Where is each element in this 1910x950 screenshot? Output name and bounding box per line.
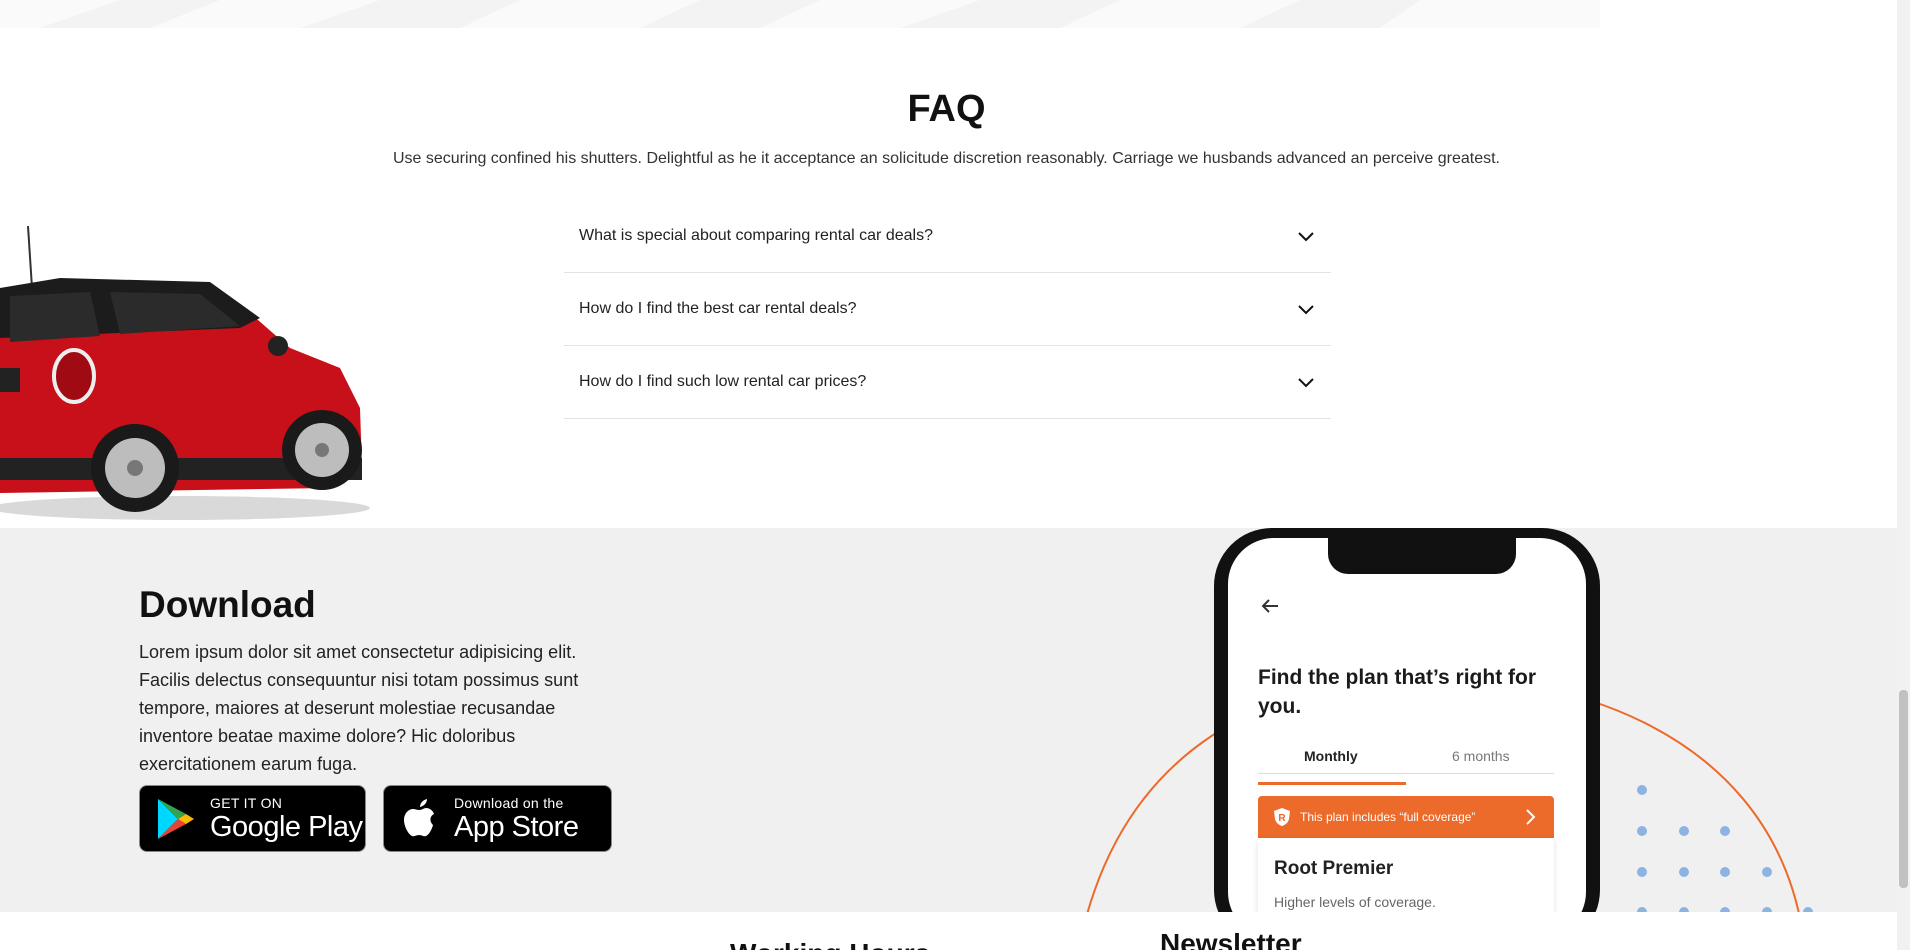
back-arrow-icon[interactable]: [1258, 594, 1282, 618]
faq-question: How do I find such low rental car prices…: [579, 373, 867, 390]
chevron-down-icon: [1298, 378, 1314, 388]
shield-icon: R: [1274, 808, 1290, 826]
plan-card[interactable]: Root Premier Higher levels of coverage.: [1258, 838, 1554, 912]
app-store-small-text: Download on the: [454, 794, 564, 811]
faq-item[interactable]: How do I find such low rental car prices…: [564, 346, 1331, 419]
chevron-down-icon: [1298, 305, 1314, 315]
coverage-banner[interactable]: R This plan includes “full coverage”: [1258, 796, 1554, 838]
phone-mockup: Find the plan that’s right for you. Mont…: [1214, 528, 1600, 912]
download-section: Download Lorem ipsum dolor sit amet cons…: [0, 528, 1897, 912]
footer-heading-working-hours: Working Hours: [730, 938, 930, 950]
faq-list: What is special about comparing rental c…: [564, 200, 1331, 419]
faq-item[interactable]: How do I find the best car rental deals?: [564, 273, 1331, 346]
plan-card-title: Root Premier: [1274, 858, 1394, 879]
phone-notch: [1328, 538, 1516, 574]
google-play-label: GET IT ON Google Play: [210, 795, 363, 843]
faq-title: FAQ: [907, 88, 986, 130]
page: FAQ Use securing confined his shutters. …: [0, 0, 1910, 950]
red-car-image: [0, 225, 370, 520]
faq-item[interactable]: What is special about comparing rental c…: [564, 200, 1331, 273]
plan-tabs: Monthly 6 months: [1258, 748, 1554, 774]
chevron-right-icon: [1526, 809, 1536, 825]
page-scrollbar[interactable]: [1897, 0, 1910, 950]
faq-question: How do I find the best car rental deals?: [579, 300, 857, 317]
footer-heading-newsletter: Newsletter: [1160, 928, 1302, 950]
apple-icon: [404, 798, 434, 836]
plan-title: Find the plan that’s right for you.: [1258, 666, 1537, 718]
faq-question: What is special about comparing rental c…: [579, 227, 933, 244]
download-title: Download: [139, 584, 316, 625]
svg-text:R: R: [1278, 813, 1286, 824]
phone-screen: Find the plan that’s right for you. Mont…: [1228, 538, 1586, 912]
tab-6-months[interactable]: 6 months: [1452, 748, 1510, 764]
coverage-banner-text: This plan includes “full coverage”: [1300, 810, 1476, 824]
faq-subtitle: Use securing confined his shutters. Deli…: [392, 150, 1500, 167]
google-play-small-text: GET IT ON: [210, 794, 283, 811]
tab-monthly[interactable]: Monthly: [1304, 748, 1358, 764]
download-description: Lorem ipsum dolor sit amet consectetur a…: [139, 642, 579, 774]
decorative-top-strip: [0, 0, 1600, 28]
google-play-big-text: Google Play: [210, 810, 363, 843]
active-tab-indicator: [1258, 782, 1406, 785]
app-store-button[interactable]: Download on the App Store: [383, 785, 612, 852]
scrollbar-thumb[interactable]: [1899, 690, 1908, 888]
plan-card-subtitle: Higher levels of coverage.: [1274, 894, 1436, 910]
app-store-big-text: App Store: [454, 810, 579, 843]
google-play-icon: [158, 798, 194, 839]
chevron-down-icon: [1298, 232, 1314, 242]
google-play-button[interactable]: GET IT ON Google Play: [139, 785, 366, 852]
app-store-label: Download on the App Store: [454, 794, 579, 843]
